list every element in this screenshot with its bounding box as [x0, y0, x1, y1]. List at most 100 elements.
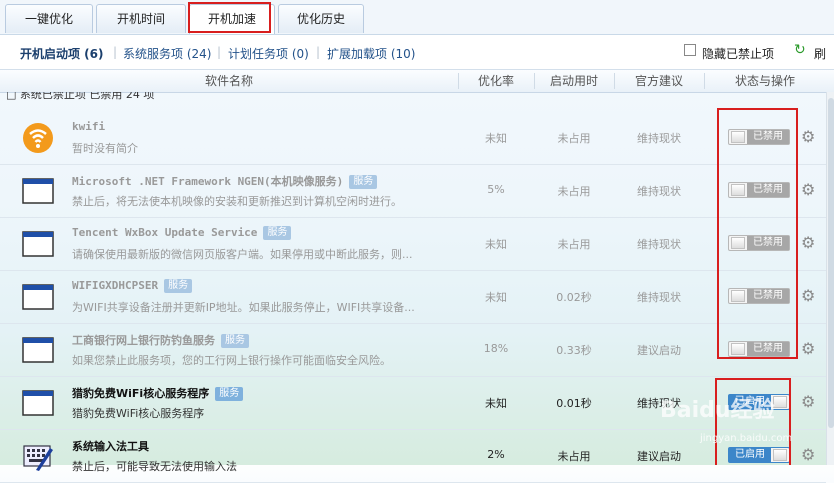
item-name: Tencent WxBox Update Service 服务 [72, 226, 292, 240]
hide-disabled-checkbox[interactable] [684, 44, 696, 56]
status-label: 已启用 [729, 448, 771, 462]
column-rate-header: 优化率 [477, 74, 514, 88]
subtab-startup-items[interactable]: 开机启动项 (6) [20, 45, 104, 62]
item-name: kwifi [72, 120, 106, 133]
column-advice-header: 官方建议 [634, 74, 683, 88]
status-toggle[interactable]: 已启用 [728, 447, 790, 463]
tab-boot-speedup[interactable]: 开机加速 [189, 4, 275, 34]
item-rate: 5% [487, 183, 505, 196]
item-advice: 维持现状 [637, 132, 681, 145]
top-tab-bar: 一键优化 开机时间 开机加速 优化历史 [0, 0, 834, 35]
status-toggle[interactable]: 已禁用 [728, 288, 790, 304]
table-row: Microsoft .NET Framework NGEN(本机映像服务) 服务 … [0, 164, 826, 218]
service-badge: 服务 [263, 226, 292, 240]
item-rate: 未知 [485, 397, 507, 410]
item-rate: 2% [487, 448, 505, 461]
table-row: WIFIGXDHCPSER 服务 为WIFI共享设备注册并更新IP地址。如果此服务… [0, 270, 826, 324]
window-icon [22, 390, 54, 416]
hide-disabled-label: 隐藏已禁止项 [702, 47, 775, 61]
item-time: 0.02秒 [556, 291, 592, 304]
subtab-separator: | [113, 45, 118, 59]
status-toggle[interactable]: 已禁用 [728, 341, 790, 357]
item-description: 暂时没有简介 [72, 142, 138, 155]
gear-icon[interactable]: ⚙ [801, 235, 815, 251]
item-description: 禁止后，可能导致无法使用输入法 [72, 460, 237, 473]
gear-icon[interactable]: ⚙ [801, 129, 815, 145]
refresh-icon[interactable]: ↻ [794, 42, 806, 58]
column-time-header: 启动用时 [549, 74, 598, 88]
item-advice: 建议启动 [637, 450, 681, 463]
gear-icon[interactable]: ⚙ [801, 288, 815, 304]
toggle-knob [731, 237, 745, 249]
window-icon [22, 231, 54, 257]
item-name: WIFIGXDHCPSER 服务 [72, 279, 193, 293]
tab-optimize-history[interactable]: 优化历史 [278, 4, 364, 33]
item-description: 猎豹免费WiFi核心服务程序 [72, 407, 205, 420]
status-label: 已禁用 [747, 236, 789, 250]
item-description: 如果您禁止此服务项，您的工行网上银行操作可能面临安全风险。 [72, 354, 391, 367]
window-icon [22, 178, 54, 204]
tab-one-click-optimize[interactable]: 一键优化 [5, 4, 93, 33]
refresh-label[interactable]: 刷 [814, 45, 826, 62]
keyboard-pen-icon [23, 445, 53, 471]
item-name: Microsoft .NET Framework NGEN(本机映像服务) 服务 [72, 173, 378, 189]
status-label: 已禁用 [747, 289, 789, 303]
service-badge: 服务 [164, 279, 193, 293]
item-description: 为WIFI共享设备注册并更新IP地址。如果此服务停止，WIFI共享设备... [72, 301, 415, 314]
item-description: 请确保使用最新版的微信网页版客户端。如果停用或中断此服务，则... [72, 248, 413, 261]
item-rate: 未知 [485, 238, 507, 251]
status-toggle[interactable]: 已禁用 [728, 129, 790, 145]
watermark: Baidu经验 [660, 398, 775, 423]
sub-filter-bar: 开机启动项 (6) | 系统服务项 (24) | 计划任务项 (0) | 扩展加… [0, 35, 834, 69]
scrollbar-thumb[interactable] [828, 98, 834, 428]
toggle-knob [731, 343, 745, 355]
group-header: □ 系统已禁止项 已禁用 24 项 [0, 92, 834, 102]
gear-icon[interactable]: ⚙ [801, 341, 815, 357]
item-time: 未占用 [557, 185, 591, 198]
item-time: 未占用 [557, 450, 591, 463]
item-advice: 维持现状 [637, 185, 681, 198]
vertical-scrollbar[interactable] [826, 92, 834, 465]
item-rate: 未知 [485, 291, 507, 304]
subtab-system-services[interactable]: 系统服务项 (24) [123, 45, 211, 62]
item-name: 工商银行网上银行防钓鱼服务 服务 [72, 332, 249, 348]
toggle-knob [731, 184, 745, 196]
toggle-knob [773, 449, 787, 461]
service-badge: 服务 [221, 334, 249, 348]
item-time: 未占用 [557, 132, 591, 145]
watermark-url: jingyan.baidu.com [700, 433, 793, 444]
status-toggle[interactable]: 已禁用 [728, 182, 790, 198]
table-row: kwifi 暂时没有简介 未知 未占用 维持现状 已禁用 ⚙ [0, 111, 826, 165]
table-header: 软件名称 优化率 启动用时 官方建议 状态与操作 [0, 69, 834, 93]
window-icon [22, 284, 54, 310]
column-status-header: 状态与操作 [734, 74, 795, 88]
item-time: 0.01秒 [556, 397, 592, 410]
item-time: 未占用 [557, 238, 591, 251]
gear-icon[interactable]: ⚙ [801, 447, 815, 463]
subtab-scheduled-tasks[interactable]: 计划任务项 (0) [228, 45, 309, 62]
item-advice: 维持现状 [637, 238, 681, 251]
toggle-knob [731, 131, 745, 143]
window-icon [22, 337, 54, 363]
item-description: 禁止后，将无法使本机映像的安装和更新推迟到计算机空闲时进行。 [72, 195, 402, 208]
wifi-icon [23, 123, 53, 153]
group-label: □ 系统已禁止项 已禁用 24 项 [6, 92, 155, 101]
item-name: 系统输入法工具 [72, 440, 149, 453]
item-time: 0.33秒 [556, 344, 592, 357]
status-toggle[interactable]: 已禁用 [728, 235, 790, 251]
item-name: 猎豹免费WiFi核心服务程序 服务 [72, 385, 244, 401]
table-row: Tencent WxBox Update Service 服务 请确保使用最新版的… [0, 217, 826, 271]
item-rate: 未知 [485, 132, 507, 145]
gear-icon[interactable]: ⚙ [801, 182, 815, 198]
item-rate: 18% [483, 342, 509, 355]
subtab-extensions[interactable]: 扩展加载项 (10) [327, 45, 415, 62]
item-advice: 建议启动 [637, 344, 681, 357]
gear-icon[interactable]: ⚙ [801, 394, 815, 410]
table-row: 工商银行网上银行防钓鱼服务 服务 如果您禁止此服务项，您的工行网上银行操作可能面临… [0, 323, 826, 377]
tab-boot-time[interactable]: 开机时间 [96, 4, 186, 33]
status-label: 已禁用 [747, 342, 789, 356]
toggle-knob [731, 290, 745, 302]
service-badge: 服务 [349, 175, 378, 189]
item-advice: 维持现状 [637, 291, 681, 304]
subtab-separator: | [217, 45, 222, 59]
